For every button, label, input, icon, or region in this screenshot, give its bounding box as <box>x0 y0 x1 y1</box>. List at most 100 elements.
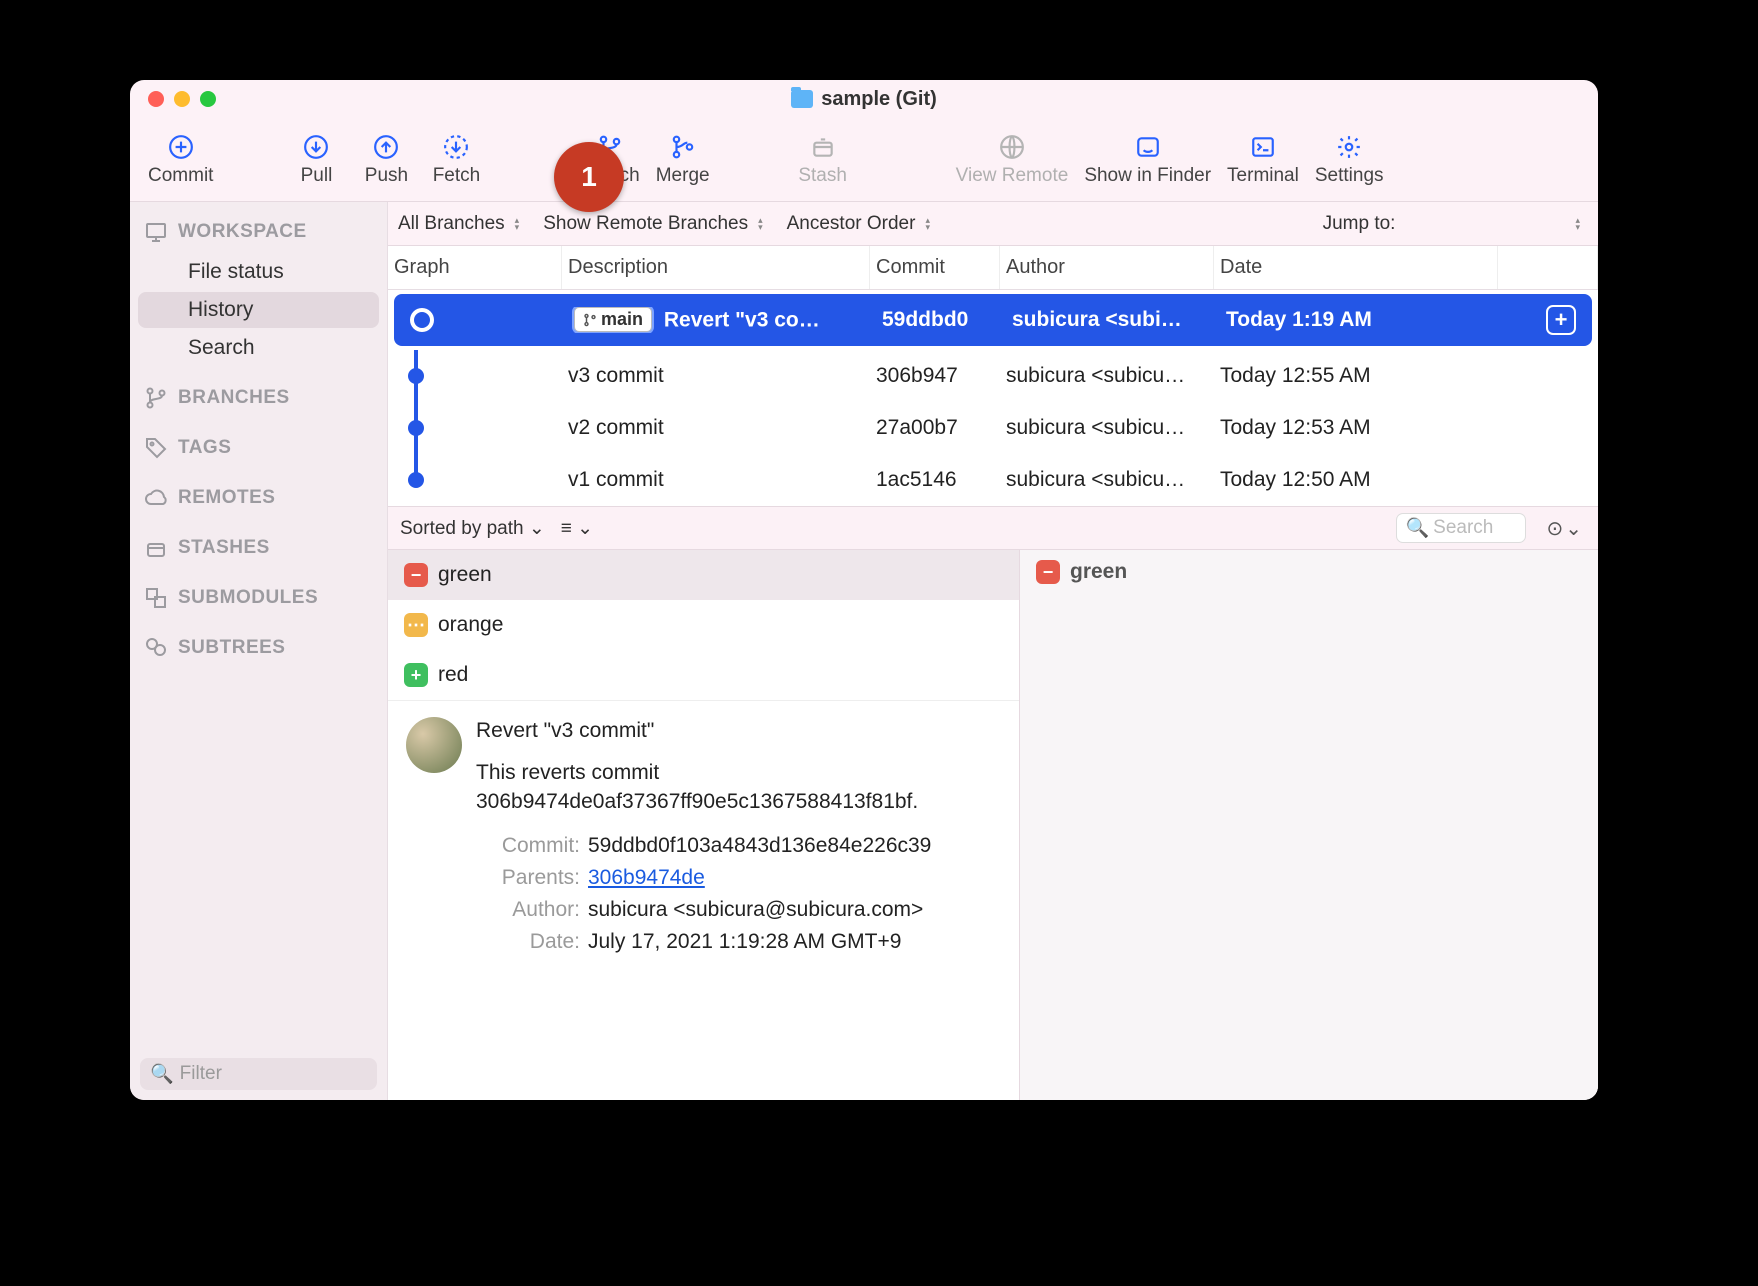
search-placeholder: Search <box>1433 517 1493 539</box>
commits-header: Graph Description Commit Author Date <box>388 246 1598 290</box>
window-title-text: sample (Git) <box>821 88 937 111</box>
branches-label: BRANCHES <box>178 387 290 409</box>
commit-date: Today 1:19 AM <box>1220 308 1492 332</box>
meta-author-label: Author: <box>476 898 580 922</box>
sort-dropdown[interactable]: Sorted by path ⌄ <box>400 517 545 540</box>
col-extra <box>1498 246 1598 289</box>
diff-file-header[interactable]: − green <box>1020 550 1598 594</box>
order-filter-label: Ancestor Order <box>787 213 916 235</box>
pull-button[interactable]: Pull <box>281 129 351 191</box>
remote-filter-label: Show Remote Branches <box>543 213 748 235</box>
stepper-icon: ▴▾ <box>1575 217 1580 231</box>
window-title: sample (Git) <box>130 88 1598 111</box>
show-in-finder-button[interactable]: Show in Finder <box>1076 129 1219 191</box>
commit-desc: v3 commit <box>562 364 870 388</box>
stepper-icon: ▴▾ <box>515 217 520 231</box>
commit-row[interactable]: v2 commit 27a00b7 subicura <subicu… Toda… <box>388 402 1598 454</box>
sidebar-section-submodules[interactable]: SUBMODULES <box>130 578 387 618</box>
stash-label: Stash <box>798 165 847 187</box>
meta-parents-label: Parents: <box>476 866 580 890</box>
col-description[interactable]: Description <box>562 246 870 289</box>
sidebar-section-stashes[interactable]: STASHES <box>130 528 387 568</box>
parent-link[interactable]: 306b9474de <box>588 866 705 889</box>
more-options-button[interactable]: ⊙⌄ <box>1542 516 1586 541</box>
chevron-down-icon: ⌄ <box>577 518 593 539</box>
jump-to[interactable]: Jump to:▴▾ <box>1323 213 1588 235</box>
sidebar-item-file-status[interactable]: File status <box>138 254 379 290</box>
file-item[interactable]: + red <box>388 650 1019 700</box>
finder-icon <box>1134 133 1162 161</box>
settings-button[interactable]: Settings <box>1307 129 1392 191</box>
meta-commit-value: 59ddbd0f103a4843d136e84e226c39 <box>588 834 1001 858</box>
avatar <box>406 717 462 773</box>
titlebar: sample (Git) <box>130 80 1598 118</box>
expand-button[interactable]: + <box>1546 305 1576 335</box>
app-window: 1 sample (Git) Commit Pull Push Fetch <box>130 80 1598 1100</box>
file-search-input[interactable]: 🔍Search <box>1396 513 1526 543</box>
push-button[interactable]: Push <box>351 129 421 191</box>
monitor-icon <box>144 220 168 244</box>
file-item[interactable]: − green <box>388 550 1019 600</box>
sidebar-section-workspace[interactable]: WORKSPACE <box>130 212 387 252</box>
toolbar: Commit Pull Push Fetch Branch Merge Stas… <box>130 118 1598 202</box>
modified-badge-icon: ⋯ <box>404 613 428 637</box>
tags-label: TAGS <box>178 437 231 459</box>
pull-label: Pull <box>301 165 333 187</box>
sidebar-section-subtrees[interactable]: SUBTREES <box>130 628 387 668</box>
filter-placeholder: Filter <box>180 1063 222 1085</box>
sidebar: WORKSPACE File status History Search BRA… <box>130 202 388 1100</box>
remote-filter[interactable]: Show Remote Branches▴▾ <box>543 213 762 235</box>
sidebar-filter-input[interactable]: 🔍 Filter <box>140 1058 377 1090</box>
tag-icon <box>144 436 168 460</box>
branches-filter[interactable]: All Branches ▴▾ <box>398 213 519 235</box>
col-author[interactable]: Author <box>1000 246 1214 289</box>
commit-row[interactable]: v1 commit 1ac5146 subicura <subicu… Toda… <box>388 454 1598 506</box>
stepper-icon: ▴▾ <box>925 217 930 231</box>
file-list-bar: Sorted by path ⌄ ≡ ⌄ 🔍Search ⊙⌄ <box>388 506 1598 550</box>
meta-commit-label: Commit: <box>476 834 580 858</box>
commit-desc: Revert "v3 co… <box>664 309 820 332</box>
commit-hash: 1ac5146 <box>870 468 1000 492</box>
commit-row[interactable]: v3 commit 306b947 subicura <subicu… Toda… <box>388 350 1598 402</box>
order-filter[interactable]: Ancestor Order ▴▾ <box>787 213 930 235</box>
commit-author: subicura <subicu… <box>1000 468 1214 492</box>
branch-chip[interactable]: main <box>574 307 652 332</box>
graph-node-icon <box>414 312 430 328</box>
subtrees-icon <box>144 636 168 660</box>
commit-button[interactable]: Commit <box>140 129 221 191</box>
stash-button[interactable]: Stash <box>788 129 858 191</box>
commit-hash: 306b947 <box>870 364 1000 388</box>
commit-row[interactable]: main Revert "v3 co… 59ddbd0 subicura <su… <box>394 294 1592 346</box>
commit-date: Today 12:50 AM <box>1214 468 1498 492</box>
view-remote-button[interactable]: View Remote <box>948 129 1077 191</box>
stash-icon <box>144 536 168 560</box>
terminal-icon <box>1249 133 1277 161</box>
fetch-button[interactable]: Fetch <box>421 129 491 191</box>
view-mode-dropdown[interactable]: ≡ ⌄ <box>561 517 593 540</box>
sort-label: Sorted by path <box>400 518 524 539</box>
sidebar-item-search[interactable]: Search <box>138 330 379 366</box>
remotes-label: REMOTES <box>178 487 275 509</box>
merge-button[interactable]: Merge <box>648 129 718 191</box>
col-graph[interactable]: Graph <box>388 246 562 289</box>
sidebar-item-history[interactable]: History <box>138 292 379 328</box>
col-date[interactable]: Date <box>1214 246 1498 289</box>
cloud-icon <box>144 486 168 510</box>
sidebar-section-remotes[interactable]: REMOTES <box>130 478 387 518</box>
history-filter-bar: All Branches▴▾ Show Remote Branches▴▾ An… <box>388 202 1598 246</box>
branches-filter-label: All Branches <box>398 213 505 235</box>
merge-label: Merge <box>656 165 710 187</box>
commit-body: This reverts commit 306b9474de0af37367ff… <box>476 759 1001 816</box>
meta-date-value: July 17, 2021 1:19:28 AM GMT+9 <box>588 930 1001 954</box>
sidebar-section-tags[interactable]: TAGS <box>130 428 387 468</box>
sidebar-section-branches[interactable]: BRANCHES <box>130 378 387 418</box>
file-item[interactable]: ⋯ orange <box>388 600 1019 650</box>
col-commit[interactable]: Commit <box>870 246 1000 289</box>
folder-icon <box>791 90 813 108</box>
file-name: red <box>438 663 468 687</box>
settings-label: Settings <box>1315 165 1384 187</box>
submodules-icon <box>144 586 168 610</box>
view-icon: ≡ <box>561 518 572 539</box>
terminal-button[interactable]: Terminal <box>1219 129 1307 191</box>
commit-date: Today 12:55 AM <box>1214 364 1498 388</box>
